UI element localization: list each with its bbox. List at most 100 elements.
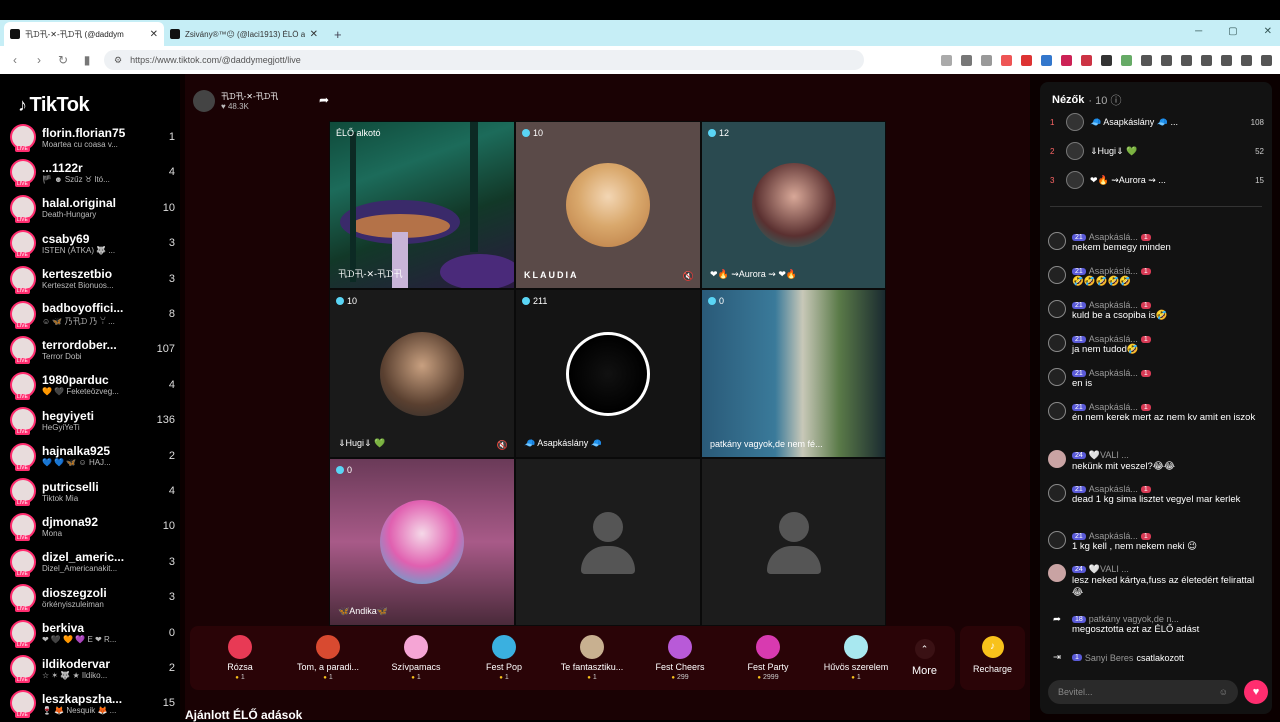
top-viewer-row[interactable]: 1 🧢 Asapkáslány 🧢 ... 108 bbox=[1050, 112, 1264, 132]
avatar[interactable] bbox=[1048, 450, 1066, 468]
browser-tab[interactable]: Zsivány®™😐 (@laci1913) ÉLŐ a ✕ bbox=[164, 22, 324, 46]
avatar[interactable] bbox=[1048, 368, 1066, 386]
guest-cell[interactable]: 211 🧢 Asapkáslány 🧢 bbox=[515, 289, 701, 458]
gift-item[interactable]: Tom, a paradi... 1 bbox=[284, 635, 372, 681]
gift-item[interactable]: Hűvös szerelem 1 bbox=[812, 635, 900, 681]
vpn-icon[interactable] bbox=[1241, 54, 1252, 66]
gift-item[interactable]: Rózsa 1 bbox=[196, 635, 284, 681]
sidebar-account[interactable]: putricselliTiktok Mia 4 bbox=[10, 474, 175, 508]
chat-username[interactable]: Asapkáslá... bbox=[1089, 368, 1138, 378]
chat-username[interactable]: Asapkáslá... bbox=[1089, 232, 1138, 242]
extension-icon[interactable] bbox=[1121, 54, 1132, 66]
sidebar-account[interactable]: badboyoffici... ☺ 🦋 乃卂ᗪ 乃 ꌩ ... 8 bbox=[10, 297, 175, 331]
chat-username[interactable]: Asapkáslá... bbox=[1089, 531, 1138, 541]
url-field[interactable]: ⚙ https://www.tiktok.com/@daddymegjott/l… bbox=[104, 50, 864, 70]
top-viewer-row[interactable]: 3 ❤🔥 ⇝Aurora ⇝ ... 15 bbox=[1050, 170, 1264, 190]
guest-cell[interactable]: 10 KLAUDIA 🔇 bbox=[515, 121, 701, 289]
extension-icon[interactable] bbox=[1081, 54, 1092, 66]
gift-item[interactable]: Fest Party 2999 bbox=[724, 635, 812, 681]
sidebar-account[interactable]: berkiva❤ 🖤 🧡 💜 E ❤ R... 0 bbox=[10, 616, 175, 650]
minimize-icon[interactable]: ─ bbox=[1195, 26, 1202, 37]
media-icon[interactable] bbox=[1161, 54, 1172, 66]
avatar[interactable] bbox=[1048, 300, 1066, 318]
sidebar-account[interactable]: dizel_americ...Dizel_Americanakit... 3 bbox=[10, 545, 175, 579]
gift-item[interactable]: Fest Pop 1 bbox=[460, 635, 548, 681]
sidebar-account[interactable]: halal.originalDeath-Hungary 10 bbox=[10, 191, 175, 225]
close-tab-icon[interactable]: ✕ bbox=[310, 29, 318, 40]
sidebar-account[interactable]: leszkapszha...🍷 🦊 Nesquik 🦊 ... 15 bbox=[10, 686, 175, 720]
chat-input[interactable]: Bevitel... ☺ bbox=[1048, 680, 1238, 704]
avatar[interactable] bbox=[1048, 484, 1066, 502]
menu-icon[interactable] bbox=[1261, 54, 1272, 66]
guest-cell[interactable]: 0 🦋Andika🦋 bbox=[329, 458, 515, 626]
sidebar-account[interactable]: kerteszetbioKerteszet Bionuos... 3 bbox=[10, 262, 175, 296]
host-avatar[interactable] bbox=[193, 90, 215, 112]
browser-tab-active[interactable]: 卂ᗪ卂-✕-卂ᗪ卂 (@daddym ✕ bbox=[4, 22, 164, 46]
site-info-icon[interactable]: ⚙ bbox=[114, 55, 122, 66]
chat-username[interactable]: Asapkáslá... bbox=[1089, 300, 1138, 310]
sidebar-account[interactable]: terrordober...Terror Dobi 107 bbox=[10, 332, 175, 366]
chat-username[interactable]: 🤍VALI ... bbox=[1089, 564, 1129, 575]
avatar[interactable] bbox=[1048, 334, 1066, 352]
gift-item[interactable]: Szívpamacs 1 bbox=[372, 635, 460, 681]
heart-icon[interactable]: ♥ bbox=[1244, 680, 1268, 704]
zoom-icon[interactable] bbox=[961, 54, 972, 66]
recharge-button[interactable]: ♪ Recharge bbox=[960, 626, 1025, 690]
sidebar-icon[interactable] bbox=[1181, 54, 1192, 66]
sidebar-account[interactable]: ...1122r🏴 ☻ Szűz ♉ Itó... 4 bbox=[10, 155, 175, 189]
forward-icon[interactable]: › bbox=[32, 53, 46, 67]
sidebar-account[interactable]: ildikodervar☆ ✶ 🐺 ★ Ildiko... 2 bbox=[10, 651, 175, 685]
empty-seat[interactable] bbox=[701, 458, 886, 626]
share-icon[interactable] bbox=[981, 54, 992, 66]
chat-username[interactable]: Asapkáslá... bbox=[1089, 266, 1138, 276]
new-tab-plus-icon[interactable]: + bbox=[324, 27, 352, 46]
bookmark-icon[interactable]: ▮ bbox=[80, 53, 94, 67]
gift-item[interactable]: Te fantasztiku... 1 bbox=[548, 635, 636, 681]
sidebar-account[interactable]: hajnalka925💙 💙 🦋 ☺ HAJ... 2 bbox=[10, 439, 175, 473]
avatar[interactable] bbox=[1048, 402, 1066, 420]
avatar[interactable] bbox=[1048, 564, 1066, 582]
guest-cell[interactable]: 10 ⇓Hugi⇓ 💚 🔇 bbox=[329, 289, 515, 458]
puzzle-icon[interactable] bbox=[1141, 54, 1152, 66]
translate-icon[interactable] bbox=[1041, 54, 1052, 66]
join-user[interactable]: Sanyi Beres bbox=[1085, 653, 1134, 663]
sidebar-account[interactable]: florin.florian75Moartea cu coasa v... 1 bbox=[10, 120, 175, 154]
host-name[interactable]: 卂ᗪ卂-✕-卂ᗪ卂 bbox=[221, 91, 278, 102]
chat-username[interactable]: 🤍VALI ... bbox=[1089, 450, 1129, 461]
sidebar-account[interactable]: csaby69ISTEN (ÁTKA) 🐺 ... 3 bbox=[10, 226, 175, 260]
reload-icon[interactable]: ↻ bbox=[56, 53, 70, 67]
leo-icon[interactable] bbox=[1221, 54, 1232, 66]
viewers-header[interactable]: Nézők · 10 ⓘ bbox=[1052, 92, 1121, 108]
avatar[interactable] bbox=[1048, 531, 1066, 549]
chat-username[interactable]: Asapkáslá... bbox=[1089, 334, 1138, 344]
sidebar-account[interactable]: djmona92Mona 10 bbox=[10, 509, 175, 543]
extension-icon[interactable] bbox=[1061, 54, 1072, 66]
sidebar-account[interactable]: hegyiyetiHeGyiYeTi 136 bbox=[10, 403, 175, 437]
maximize-icon[interactable]: ▢ bbox=[1228, 26, 1237, 37]
chat-username[interactable]: Asapkáslá... bbox=[1089, 484, 1138, 494]
sidebar-account[interactable]: 1980parduc🧡 🖤 Feketeözveg... 4 bbox=[10, 368, 175, 402]
close-window-icon[interactable]: ✕ bbox=[1264, 26, 1272, 37]
tiktok-logo[interactable]: ♪ TikTok bbox=[18, 94, 90, 117]
extension-icon[interactable] bbox=[941, 54, 952, 66]
avatar[interactable] bbox=[1048, 266, 1066, 284]
brave-shield-icon[interactable] bbox=[1001, 54, 1012, 66]
close-tab-icon[interactable]: ✕ bbox=[150, 29, 158, 40]
guest-cell-host[interactable]: ÉLŐ alkotó 卂ᗪ卂-✕-卂ᗪ卂 bbox=[329, 121, 515, 289]
wallet-icon[interactable] bbox=[1201, 54, 1212, 66]
share-arrow-icon[interactable]: ➦ bbox=[319, 93, 329, 107]
empty-seat[interactable] bbox=[515, 458, 701, 626]
gift-item[interactable]: Fest Cheers 299 bbox=[636, 635, 724, 681]
guest-cell[interactable]: 12 ❤🔥 ⇝Aurora ⇝ ❤🔥 bbox=[701, 121, 886, 289]
chat-username[interactable]: Asapkáslá... bbox=[1089, 402, 1138, 412]
guest-cell[interactable]: 0 patkány vagyok,de nem fé... bbox=[701, 289, 886, 458]
more-gifts-button[interactable]: ⌃ More bbox=[900, 639, 949, 677]
top-viewer-row[interactable]: 2 ⇓Hugi⇓ 💚 52 bbox=[1050, 141, 1264, 161]
extension-icon[interactable] bbox=[1101, 54, 1112, 66]
share-user[interactable]: patkány vagyok,de n... bbox=[1089, 614, 1179, 624]
alert-icon[interactable] bbox=[1021, 54, 1032, 66]
avatar[interactable] bbox=[1048, 232, 1066, 250]
back-icon[interactable]: ‹ bbox=[8, 53, 22, 67]
emoji-icon[interactable]: ☺ bbox=[1219, 687, 1228, 697]
sidebar-account[interactable]: dioszegzoliörkényiszuleiman 3 bbox=[10, 580, 175, 614]
